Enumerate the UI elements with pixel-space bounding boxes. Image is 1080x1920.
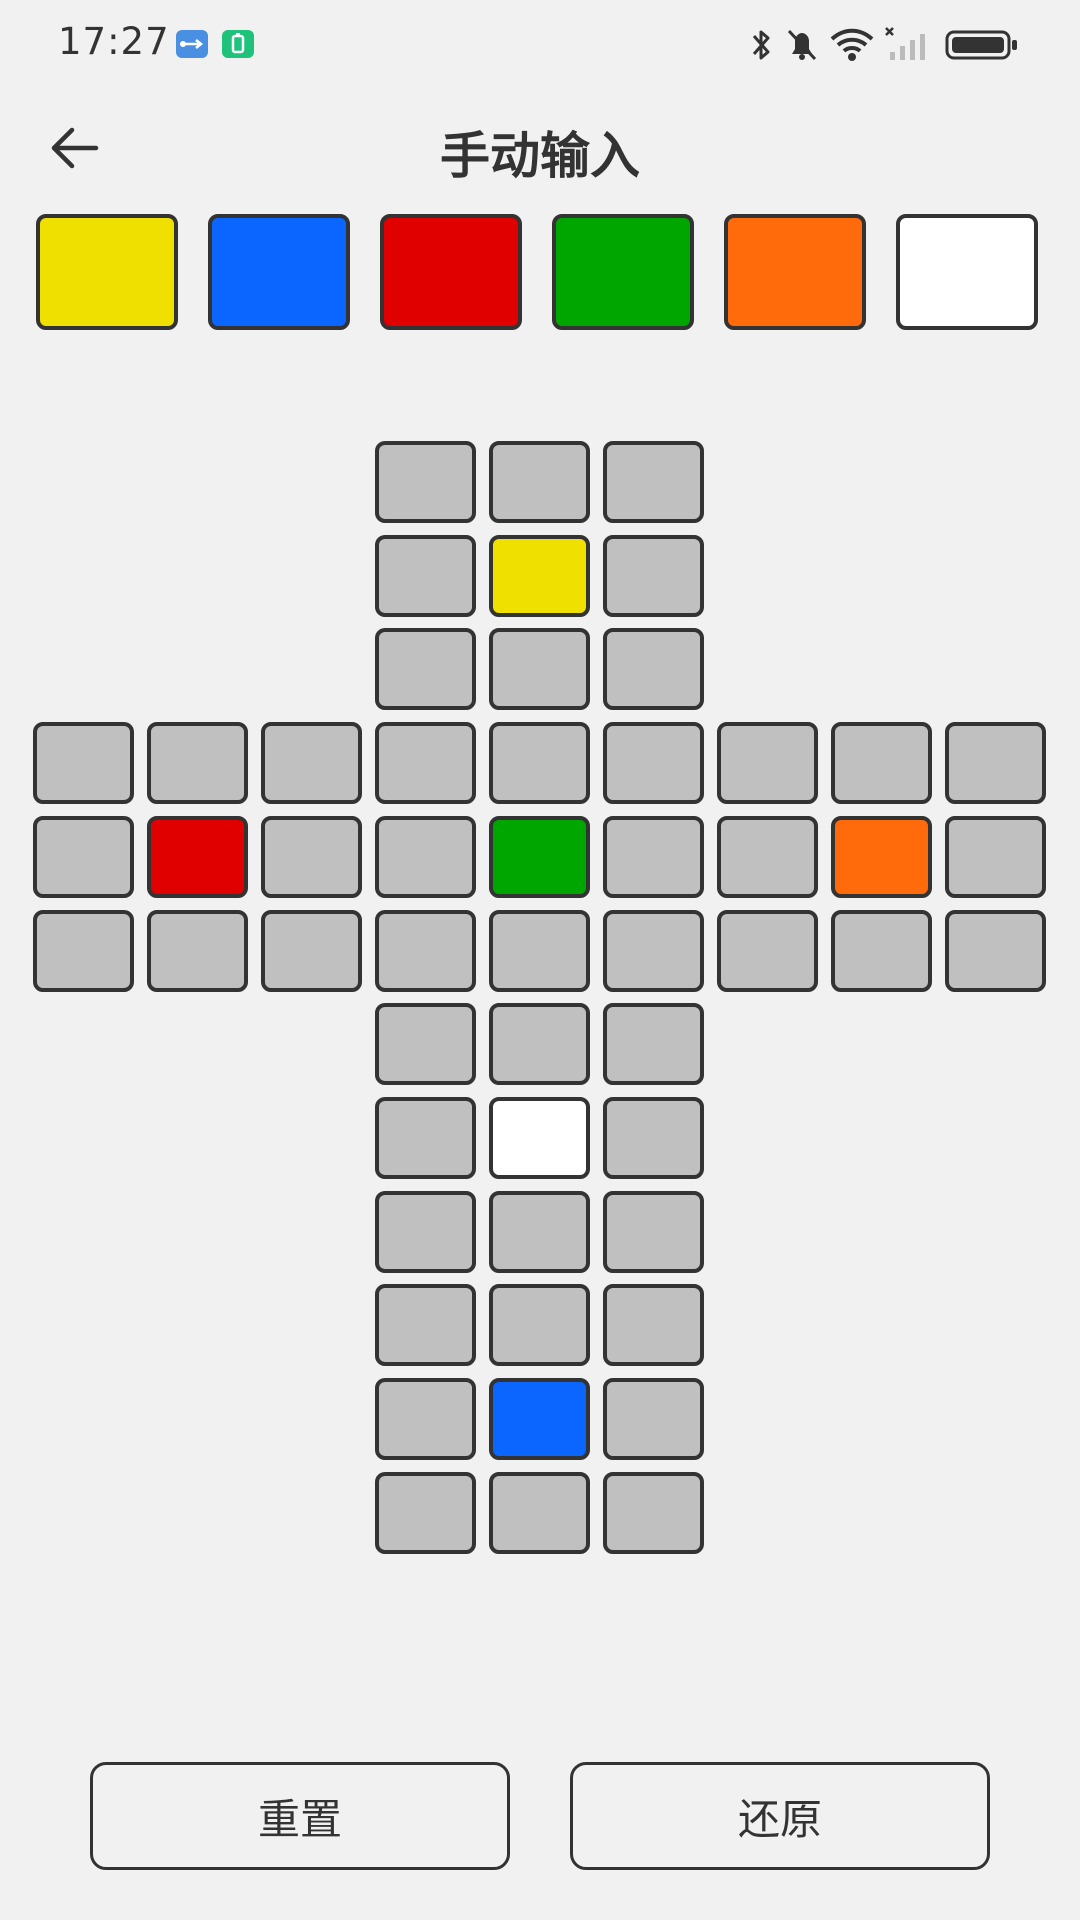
battery-icon <box>945 30 1017 60</box>
cube-cell-empty[interactable] <box>489 1472 590 1554</box>
cube-cell-empty[interactable] <box>375 910 476 992</box>
cube-cell-empty[interactable] <box>489 628 590 710</box>
cube-cell-empty[interactable] <box>603 816 704 898</box>
cube-cell-empty[interactable] <box>489 441 590 523</box>
cube-cell-empty[interactable] <box>717 816 818 898</box>
cube-cell-empty[interactable] <box>489 1284 590 1366</box>
status-bar: 17:27 <box>0 0 1080 90</box>
cube-cell-empty[interactable] <box>375 1191 476 1273</box>
cube-cell-empty[interactable] <box>33 910 134 992</box>
color-swatch-blue[interactable] <box>208 214 350 330</box>
cube-cell-empty[interactable] <box>603 1472 704 1554</box>
signal-icon <box>885 27 925 60</box>
cube-cell-empty[interactable] <box>489 910 590 992</box>
cube-cell-orange[interactable] <box>831 816 932 898</box>
cube-cell-empty[interactable] <box>375 628 476 710</box>
usb-icon <box>176 30 208 58</box>
cube-cell-empty[interactable] <box>261 816 362 898</box>
cube-cell-red[interactable] <box>147 816 248 898</box>
cube-cell-empty[interactable] <box>831 910 932 992</box>
cube-cell-empty[interactable] <box>603 1378 704 1460</box>
status-time: 17:27 <box>58 20 170 63</box>
cube-cell-empty[interactable] <box>603 1284 704 1366</box>
cube-cell-empty[interactable] <box>717 910 818 992</box>
cube-cell-empty[interactable] <box>33 722 134 804</box>
cube-cell-empty[interactable] <box>33 816 134 898</box>
cube-cell-empty[interactable] <box>375 722 476 804</box>
cube-cell-empty[interactable] <box>375 535 476 617</box>
bluetooth-icon <box>752 30 770 60</box>
cube-cell-empty[interactable] <box>489 722 590 804</box>
cube-cell-empty[interactable] <box>603 441 704 523</box>
cube-cell-empty[interactable] <box>945 910 1046 992</box>
color-swatch-orange[interactable] <box>724 214 866 330</box>
cube-cell-empty[interactable] <box>831 722 932 804</box>
cube-cell-empty[interactable] <box>261 910 362 992</box>
cube-cell-green[interactable] <box>489 816 590 898</box>
cube-cell-blue[interactable] <box>489 1378 590 1460</box>
wifi-icon <box>830 28 874 61</box>
reset-button[interactable]: 重置 <box>90 1762 510 1870</box>
cube-cell-empty[interactable] <box>945 722 1046 804</box>
page-title: 手动输入 <box>440 127 640 185</box>
cube-cell-empty[interactable] <box>603 1003 704 1085</box>
restore-button[interactable]: 还原 <box>570 1762 990 1870</box>
cube-cell-empty[interactable] <box>945 816 1046 898</box>
cube-cell-empty[interactable] <box>261 722 362 804</box>
cube-cell-empty[interactable] <box>375 816 476 898</box>
cube-cell-empty[interactable] <box>375 1097 476 1179</box>
cube-cell-empty[interactable] <box>603 535 704 617</box>
color-swatch-yellow[interactable] <box>36 214 178 330</box>
mute-icon <box>787 29 817 61</box>
cube-cell-empty[interactable] <box>375 1472 476 1554</box>
cube-cell-empty[interactable] <box>717 722 818 804</box>
color-swatch-green[interactable] <box>552 214 694 330</box>
cube-cell-empty[interactable] <box>147 910 248 992</box>
battery-saver-icon <box>222 30 254 58</box>
cube-cell-empty[interactable] <box>489 1191 590 1273</box>
cube-cell-empty[interactable] <box>147 722 248 804</box>
cube-cell-empty[interactable] <box>489 1003 590 1085</box>
cube-cell-empty[interactable] <box>603 910 704 992</box>
cube-cell-empty[interactable] <box>603 1097 704 1179</box>
cube-cell-empty[interactable] <box>375 1378 476 1460</box>
color-swatch-white[interactable] <box>896 214 1038 330</box>
cube-cell-white[interactable] <box>489 1097 590 1179</box>
color-swatch-red[interactable] <box>380 214 522 330</box>
cube-cell-empty[interactable] <box>603 722 704 804</box>
cube-cell-yellow[interactable] <box>489 535 590 617</box>
cube-cell-empty[interactable] <box>603 1191 704 1273</box>
cube-cell-empty[interactable] <box>375 1284 476 1366</box>
cube-cell-empty[interactable] <box>375 1003 476 1085</box>
cube-cell-empty[interactable] <box>603 628 704 710</box>
cube-cell-empty[interactable] <box>375 441 476 523</box>
